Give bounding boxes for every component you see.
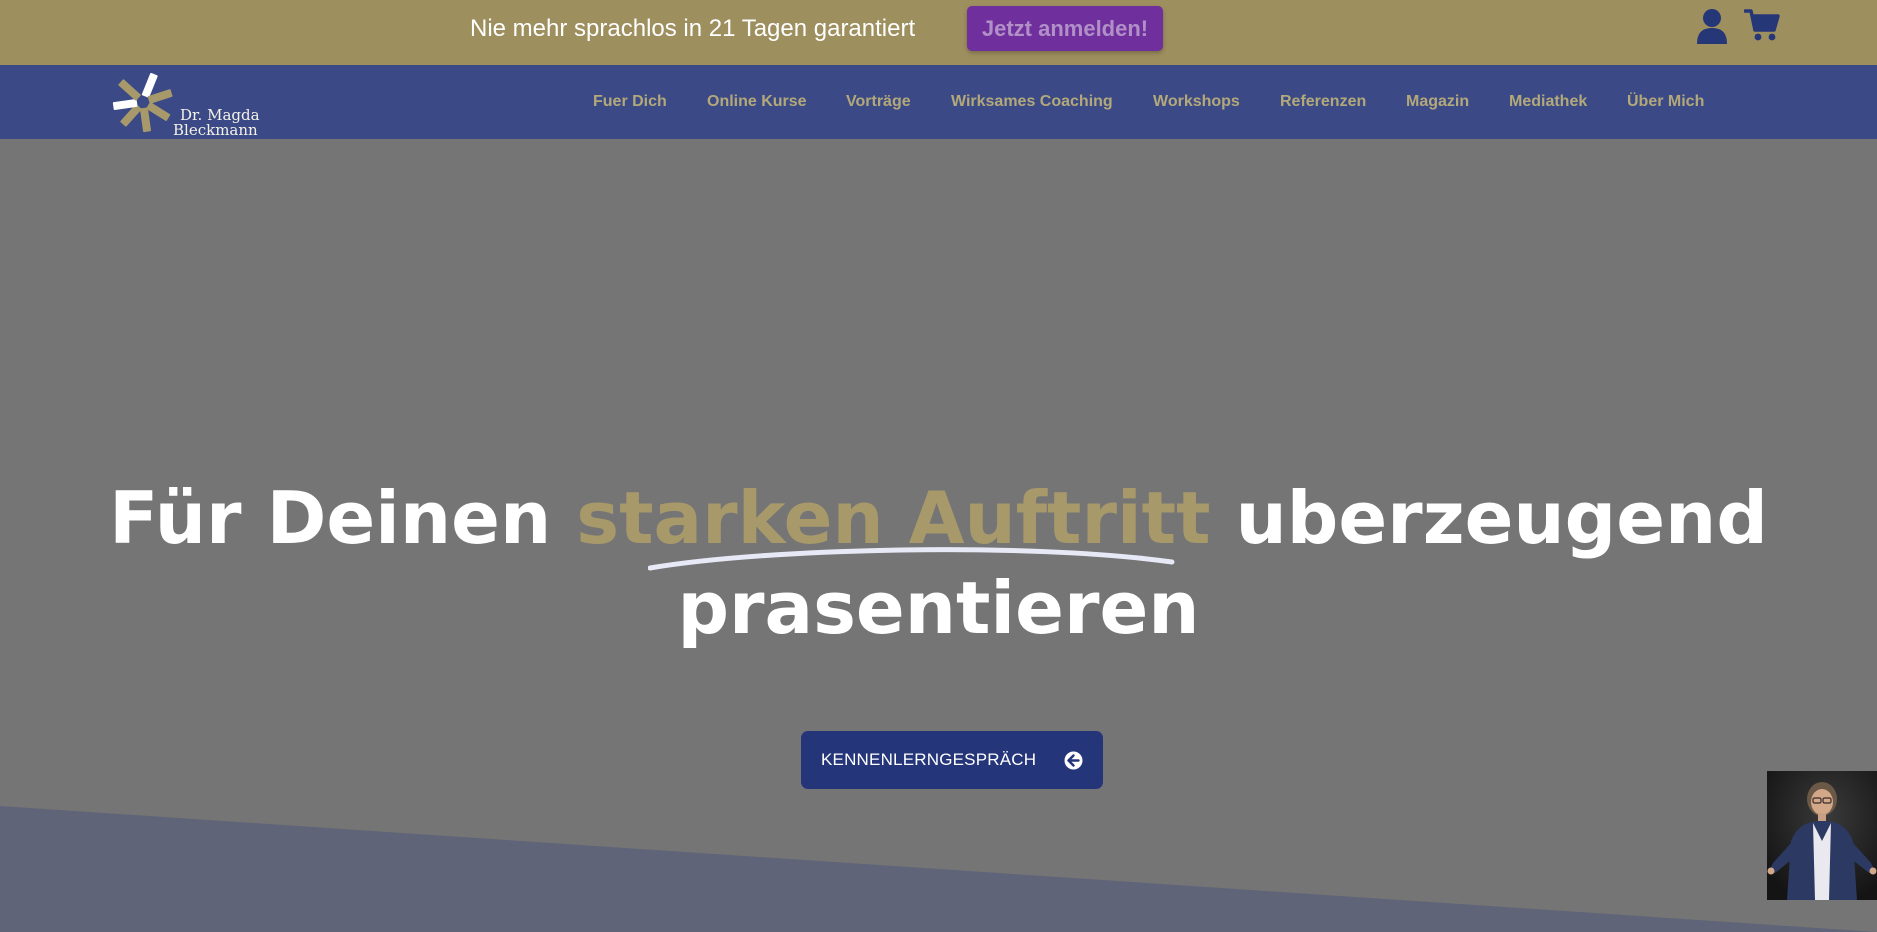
nav-item-online-kurse[interactable]: Online Kurse xyxy=(707,92,807,112)
hero-heading-part2: uberzeugend xyxy=(1210,476,1768,560)
video-thumbnail[interactable] xyxy=(1767,771,1877,900)
cart-icon[interactable] xyxy=(1743,8,1780,42)
nav-item-workshops[interactable]: Workshops xyxy=(1153,92,1240,112)
top-banner: Nie mehr sprachlos in 21 Tagen garantier… xyxy=(0,0,1877,65)
nav-item-magazin[interactable]: Magazin xyxy=(1406,92,1469,112)
nav-item-mediathek[interactable]: Mediathek xyxy=(1509,92,1587,112)
intro-call-button[interactable]: KENNENLERNGESPRÄCH xyxy=(801,731,1103,789)
presenter-image xyxy=(1767,771,1877,900)
nav-item-wirksames-coaching[interactable]: Wirksames Coaching xyxy=(951,92,1113,112)
logo-mark-icon xyxy=(112,72,173,133)
nav-item-ueber-mich[interactable]: Über Mich xyxy=(1627,92,1704,112)
hero-section: Für Deinen starken Auftritt uberzeugend … xyxy=(0,139,1877,932)
nav-item-referenzen[interactable]: Referenzen xyxy=(1280,92,1366,112)
register-now-button[interactable]: Jetzt anmelden! xyxy=(967,6,1163,51)
hero-heading-part1: Für Deinen xyxy=(109,476,577,560)
highlight-underline-swoosh xyxy=(648,547,1175,571)
logo[interactable]: Dr. Magda Bleckmann xyxy=(112,71,272,138)
intro-call-button-label: KENNENLERNGESPRÄCH xyxy=(821,750,1037,769)
nav-item-fuer-dich[interactable]: Fuer Dich xyxy=(593,92,667,112)
arrow-circle-left-icon xyxy=(1064,751,1083,770)
main-navbar: Dr. Magda Bleckmann Fuer Dich Online Kur… xyxy=(0,65,1877,139)
user-icon[interactable] xyxy=(1695,8,1729,44)
banner-text: Nie mehr sprachlos in 21 Tagen garantier… xyxy=(470,15,916,42)
logo-text-line2: Bleckmann xyxy=(173,121,258,139)
hero-heading-line2: prasentieren xyxy=(677,566,1200,650)
nav-item-vortraege[interactable]: Vorträge xyxy=(846,92,911,112)
